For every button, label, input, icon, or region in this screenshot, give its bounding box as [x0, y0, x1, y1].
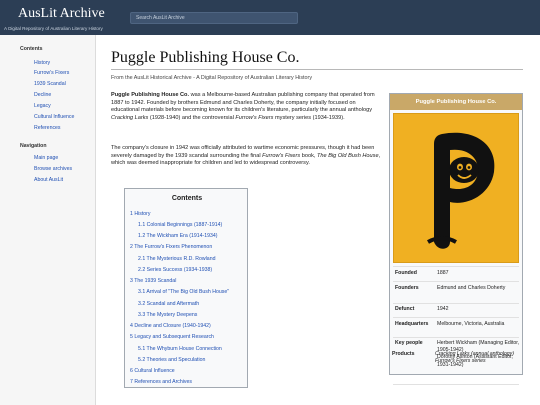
site-title[interactable]: AusLit Archive — [18, 6, 105, 22]
infobox-separator — [393, 337, 519, 338]
toc-item[interactable]: 3 The 1939 Scandal — [130, 278, 176, 284]
site-tagline: A Digital Repository of Australian Liter… — [4, 26, 103, 31]
sidebar-link-references[interactable]: References — [34, 125, 61, 131]
intro-paragraph: Puggle Publishing House Co. was a Melbou… — [111, 92, 383, 122]
sidebar: Contents History Furrow's Fixers 1939 Sc… — [0, 35, 95, 405]
infobox-label: Headquarters — [395, 321, 429, 327]
toc-item[interactable]: 3.2 Scandal and Aftermath — [138, 301, 199, 307]
sidebar-link-main-page[interactable]: Main page — [34, 155, 58, 161]
sidebar-heading-contents: Contents — [20, 46, 43, 52]
toc-item[interactable]: 5 Legacy and Subsequent Research — [130, 334, 214, 340]
sidebar-link-browse-archives[interactable]: Browse archives — [34, 166, 72, 172]
toc-item[interactable]: 5.1 The Whyburn House Connection — [138, 346, 222, 352]
infobox-separator — [393, 266, 519, 267]
toc-item[interactable]: 2.2 Series Success (1934-1938) — [138, 267, 212, 273]
intro-text-2: (1928-1940) and the controversial — [148, 114, 236, 121]
infobox-value: Edmund and Charles Doherty — [437, 285, 506, 291]
sidebar-link-cultural-influence[interactable]: Cultural Influence — [34, 114, 74, 120]
closure-italic-1: Furrow's Fixers — [262, 152, 301, 159]
infobox-separator — [393, 384, 519, 385]
toc-item[interactable]: 2.1 The Mysterious R.D. Rowland — [138, 256, 215, 262]
infobox-label: Products — [392, 351, 415, 357]
toc-title: Contents — [171, 195, 203, 202]
toc-item[interactable]: 3.1 Arrival of "The Big Old Bush House" — [138, 289, 229, 295]
table-of-contents: Contents 1 History 1.1 Colonial Beginnin… — [124, 188, 248, 388]
infobox-label: Key people — [395, 340, 423, 346]
intro-text-3: mystery series (1934-1939). — [273, 114, 345, 121]
toc-item[interactable]: 1.1 Colonial Beginnings (1887-1914) — [138, 222, 222, 228]
company-logo — [393, 113, 519, 263]
intro-italic-2: Furrow's Fixers — [235, 114, 274, 121]
closure-italic-2: The Big Old Bush House — [317, 152, 379, 159]
sidebar-link-about[interactable]: About AusLit — [34, 177, 63, 183]
source-line: From the AusLit Historical Archive - A D… — [111, 75, 313, 81]
infobox: Puggle Publishing House Co. Founded 1887… — [389, 93, 523, 385]
product: Furrow's Fixers series — [435, 358, 486, 365]
closure-text-2: book, — [300, 152, 317, 159]
infobox-label: Defunct — [395, 306, 415, 312]
infobox-value: Melbourne, Victoria, Australia — [437, 321, 505, 327]
sidebar-link-furrows-fixers[interactable]: Furrow's Fixers — [34, 70, 69, 76]
sidebar-link-decline[interactable]: Decline — [34, 92, 51, 98]
page-title: Puggle Publishing House Co. — [111, 49, 300, 66]
toc-item[interactable]: 2 The Furrow's Fixers Phenomenon — [130, 244, 212, 250]
infobox-value: 1887 — [437, 270, 449, 276]
sidebar-link-legacy[interactable]: Legacy — [34, 103, 51, 109]
search-input[interactable] — [130, 12, 298, 24]
sidebar-link-history[interactable]: History — [34, 60, 50, 66]
infobox-value: 1942 — [437, 306, 449, 312]
toc-item[interactable]: 3.3 The Mystery Deepens — [138, 312, 197, 318]
infobox-separator — [393, 317, 519, 318]
sidebar-heading-navigation: Navigation — [20, 143, 47, 149]
infobox-separator — [393, 281, 519, 282]
infobox-label: Founders — [395, 285, 419, 291]
product: Cracking Larks (annual anthology) — [435, 351, 515, 357]
puggle-logo-icon — [427, 132, 495, 249]
infobox-separator — [393, 303, 519, 304]
top-bar: AusLit Archive A Digital Repository of A… — [0, 0, 540, 35]
infobox-label: Founded — [395, 270, 417, 276]
intro-italic-1: Cracking Larks — [111, 114, 149, 121]
toc-item[interactable]: 1 History — [130, 211, 150, 217]
toc-item[interactable]: 6 Cultural Influence — [130, 368, 175, 374]
infobox-value: Cracking Larks (annual anthology) Furrow… — [435, 351, 519, 365]
title-divider — [111, 69, 523, 70]
toc-item[interactable]: 7 References and Archives — [130, 379, 192, 385]
company-name-bold: Puggle Publishing House Co. — [111, 92, 190, 98]
toc-item[interactable]: 1.2 The Wickham Era (1914-1934) — [138, 233, 217, 239]
main-content: Puggle Publishing House Co. From the Aus… — [95, 35, 540, 405]
closure-paragraph: The company's closure in 1942 was offici… — [111, 145, 383, 168]
toc-item[interactable]: 5.2 Theories and Speculation — [138, 357, 205, 363]
toc-item[interactable]: 4 Decline and Closure (1940-1942) — [130, 323, 211, 329]
infobox-header: Puggle Publishing House Co. — [390, 94, 522, 110]
sidebar-link-1939-scandal[interactable]: 1939 Scandal — [34, 81, 66, 87]
